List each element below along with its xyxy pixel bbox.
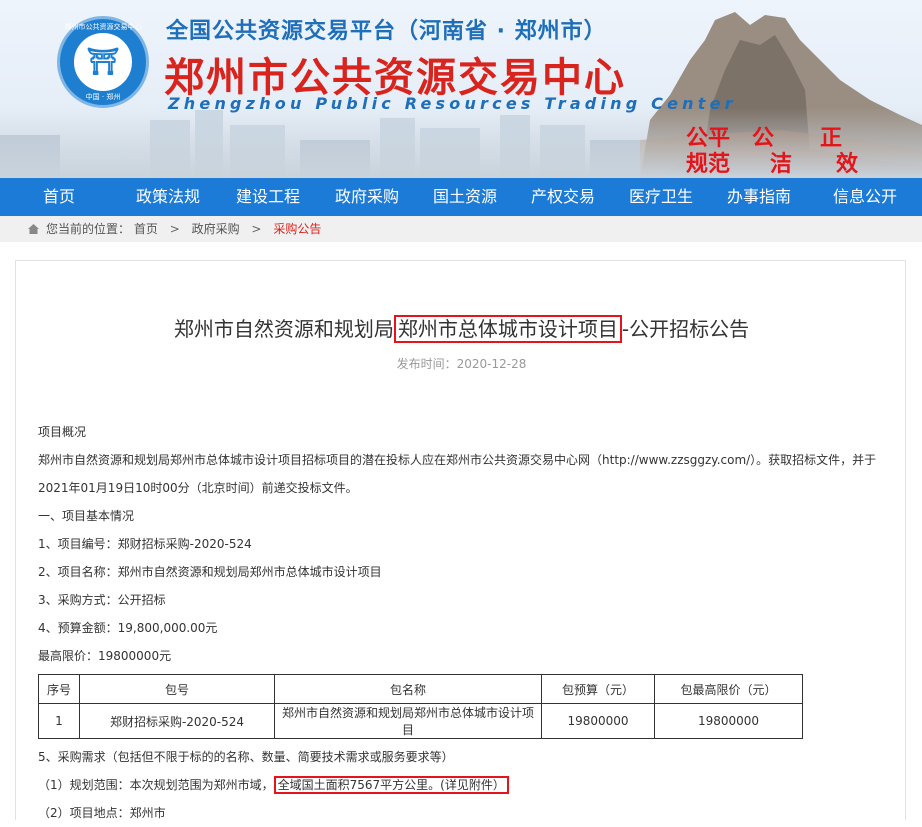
title-highlight: 郑州市总体城市设计项目 <box>393 315 622 343</box>
table-header: 包最高限价（元） <box>654 674 803 704</box>
planning-scope-highlight: 全域国土面积7567平方公里。(详见附件） <box>273 776 509 794</box>
breadcrumb-current[interactable]: 采购公告 <box>273 222 321 236</box>
procurement-requirements: 5、采购需求（包括但不限于标的的名称、数量、简要技术需求或服务要求等） <box>38 750 454 764</box>
logo-ring-text-bottom: 中国 · 郑州 <box>85 93 121 101</box>
main-nav: 首页 政策法规 建设工程 政府采购 国土资源 产权交易 医疗卫生 办事指南 信息… <box>0 178 922 216</box>
nav-property-trading[interactable]: 产权交易 <box>514 178 612 216</box>
article-card: 郑州市自然资源和规划局 郑州市总体城市设计项目 -公开招标公告 发布时间：2020-… <box>15 260 906 820</box>
table-header: 包号 <box>79 674 275 704</box>
nav-land-resources[interactable]: 国土资源 <box>416 178 514 216</box>
budget-amount: 4、预算金额：19,800,000.00元 <box>38 621 218 635</box>
platform-subtitle: 全国公共资源交易平台（河南省 · 郑州市） <box>166 19 607 44</box>
project-name: 2、项目名称：郑州市自然资源和规划局郑州市总体城市设计项目 <box>38 565 382 579</box>
home-icon <box>28 224 39 234</box>
table-row: 1 郑财招标采购-2020-524 郑州市自然资源和规划局郑州市总体城市设计项目… <box>38 703 803 739</box>
slogan-4: 规范 <box>686 152 731 177</box>
project-number: 1、项目编号：郑财招标采购-2020-524 <box>38 537 252 551</box>
procurement-method: 3、采购方式：公开招标 <box>38 593 166 607</box>
table-header: 包预算（元） <box>541 674 655 704</box>
table-cell: 郑州市自然资源和规划局郑州市总体城市设计项目 <box>274 703 542 739</box>
breadcrumb-home-link[interactable]: 首页 <box>134 222 158 236</box>
table-header: 序号 <box>38 674 80 704</box>
center-logo: 郑州市公共资源交易中心 ⛩ 中国 · 郑州 <box>57 16 149 108</box>
planning-scope: （1）规划范围：本次规划范围为郑州市域， 全域国土面积7567平方公里。(详见附件… <box>38 771 888 799</box>
header-banner: 郑州市公共资源交易中心 ⛩ 中国 · 郑州 全国公共资源交易平台（河南省 · 郑… <box>0 0 922 178</box>
table-cell: 19800000 <box>541 703 655 739</box>
planning-scope-text: （1）规划范围：本次规划范围为郑州市域， <box>38 778 274 792</box>
title-prefix: 郑州市自然资源和规划局 <box>173 317 394 341</box>
table-header-row: 序号 包号 包名称 包预算（元） 包最高限价（元） <box>38 674 803 704</box>
nav-construction[interactable]: 建设工程 <box>218 178 318 216</box>
nav-policy[interactable]: 政策法规 <box>118 178 218 216</box>
nav-gov-procurement[interactable]: 政府采购 <box>318 178 416 216</box>
nav-home[interactable]: 首页 <box>0 178 118 216</box>
breadcrumb-separator: > <box>169 222 180 236</box>
publish-date: 发布时间：2020-12-28 <box>396 357 527 371</box>
nav-medical[interactable]: 医疗卫生 <box>612 178 710 216</box>
table-cell: 19800000 <box>654 703 803 739</box>
logo-glyph-icon: ⛩ <box>86 47 120 77</box>
breadcrumb-prefix: 您当前的位置： <box>46 222 131 236</box>
title-suffix: -公开招标公告 <box>621 317 750 341</box>
site-title-english: Zhengzhou Public Resources Trading Cente… <box>168 94 737 113</box>
breadcrumb: 您当前的位置： 首页 > 政府采购 > 采购公告 <box>0 216 922 242</box>
article-body: 项目概况 郑州市自然资源和规划局郑州市总体城市设计项目招标项目的潜在投标人应在郑… <box>38 418 888 827</box>
breadcrumb-procurement-link[interactable]: 政府采购 <box>192 222 240 236</box>
project-location: （2）项目地点：郑州市 <box>38 806 166 820</box>
max-price: 最高限价：19800000元 <box>38 649 172 663</box>
nav-service-guide[interactable]: 办事指南 <box>710 178 808 216</box>
table-cell: 1 <box>38 703 80 739</box>
overview-heading: 项目概况 <box>38 425 87 439</box>
nav-info-disclosure[interactable]: 信息公开 <box>808 178 922 216</box>
breadcrumb-separator: > <box>251 222 262 236</box>
table-header: 包名称 <box>274 674 542 704</box>
table-cell: 郑财招标采购-2020-524 <box>79 703 275 739</box>
overview-text: 郑州市自然资源和规划局郑州市总体城市设计项目招标项目的潜在投标人应在郑州市公共资… <box>38 453 877 495</box>
slogan-5: 洁 <box>770 152 793 177</box>
article-title: 郑州市自然资源和规划局 郑州市总体城市设计项目 -公开招标公告 <box>16 313 907 343</box>
package-table: 序号 包号 包名称 包预算（元） 包最高限价（元） 1 郑财招标采购-2020-… <box>38 674 803 739</box>
section-basic-info: 一、项目基本情况 <box>38 509 135 523</box>
slogan-6: 效 <box>836 152 859 177</box>
